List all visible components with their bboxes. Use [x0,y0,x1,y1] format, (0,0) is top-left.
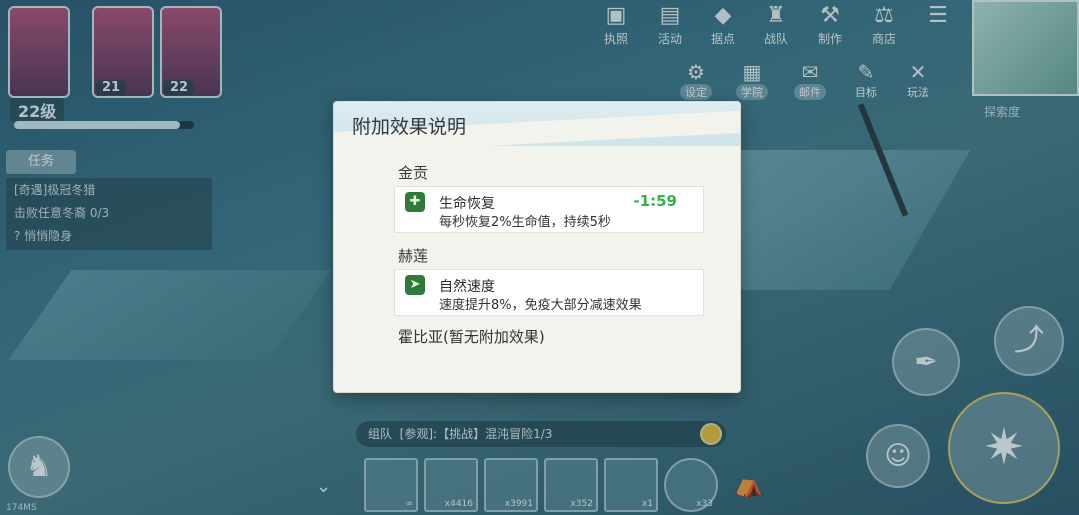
effect-description: 每秒恢复2%生命值，持续5秒 [439,215,611,230]
companion-name: 金贡 [398,164,429,182]
effect-name: 生命恢复 [439,196,495,212]
effect-timer: -1:59 [633,192,677,210]
dialog-title: 附加效果说明 [352,116,467,138]
speed-icon: ➤ [405,275,425,295]
effect-card: ➤ 自然速度 速度提升8%，免疫大部分减速效果 [394,269,704,316]
companion-name: 赫莲 [398,247,429,265]
effect-description: 速度提升8%，免疫大部分减速效果 [439,298,642,313]
no-effect-note: 霍比亚(暂无附加效果) [398,328,545,346]
effect-name: 自然速度 [439,279,495,295]
heal-icon: ✚ [405,192,425,212]
effect-card: ✚ 生命恢复 每秒恢复2%生命值，持续5秒 -1:59 [394,186,704,233]
effect-info-dialog: 附加效果说明 金贡 ✚ 生命恢复 每秒恢复2%生命值，持续5秒 -1:59 赫莲… [334,102,740,392]
